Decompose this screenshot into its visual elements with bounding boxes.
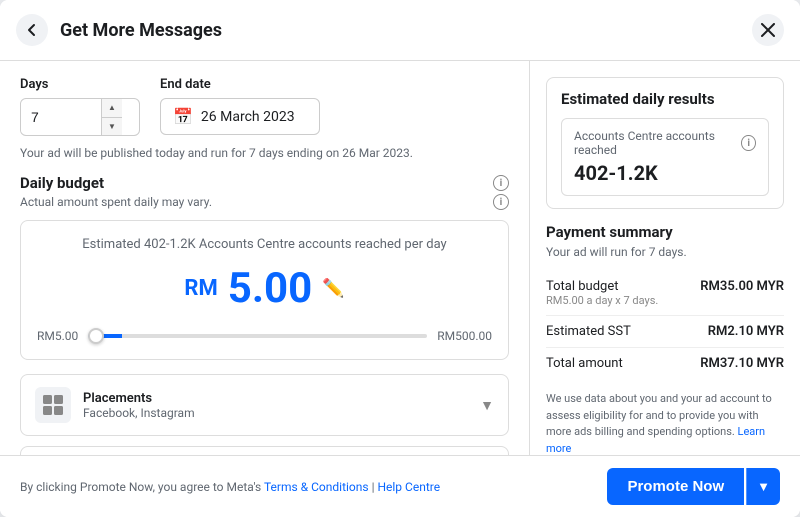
days-increment[interactable]: ▲ [102, 99, 122, 118]
calendar-icon: 📅 [173, 107, 193, 126]
end-date-picker[interactable]: 📅 26 March 2023 [160, 98, 320, 135]
placements-chevron-icon: ▼ [480, 397, 494, 414]
estimated-metric: Accounts Centre accounts reached i 402-1… [561, 118, 769, 196]
main-panel: Days ▲ ▼ End date 📅 26 March 2023 [0, 61, 530, 455]
estimated-metric-value: 402-1.2K [574, 161, 756, 185]
budget-value: 5.00 [228, 264, 312, 313]
days-field-group: Days ▲ ▼ [20, 77, 140, 136]
placements-info: Placements Facebook, Instagram [83, 391, 480, 420]
payment-summary-section: Payment summary Your ad will run for 7 d… [546, 223, 784, 455]
slider-min-label: RM5.00 [37, 329, 78, 343]
payment-line-total-amount: Total amount RM37.10 MYR [546, 348, 784, 379]
back-button[interactable] [16, 14, 48, 46]
promote-dropdown-button[interactable]: ▼ [746, 468, 780, 505]
modal-footer: By clicking Promote Now, you agree to Me… [0, 455, 800, 517]
placements-icon [35, 387, 71, 423]
estimated-results-info-icon[interactable]: i [741, 135, 756, 151]
slider-row: RM5.00 RM500.00 [37, 329, 492, 343]
edit-budget-icon[interactable]: ✏️ [322, 278, 344, 299]
days-input[interactable] [21, 101, 101, 133]
payment-note: We use data about you and your ad accoun… [546, 391, 784, 455]
days-spinner: ▲ ▼ [101, 99, 122, 135]
payment-lines: Total budget RM5.00 a day x 7 days. RM35… [546, 271, 784, 379]
modal-title: Get More Messages [60, 20, 752, 41]
daily-budget-title: Daily budget [20, 174, 104, 192]
days-input-wrap: ▲ ▼ [20, 98, 140, 136]
estimated-results-title: Estimated daily results [561, 90, 769, 108]
payment-line-label-sst: Estimated SST [546, 324, 631, 339]
payment-line-label-total-budget: Total budget [546, 279, 658, 294]
footer-actions: Promote Now ▼ [607, 468, 780, 505]
terms-conditions-link[interactable]: Terms & Conditions [264, 480, 369, 494]
days-enddate-row: Days ▲ ▼ End date 📅 26 March 2023 [20, 77, 509, 136]
budget-estimate-text: Estimated 402-1.2K Accounts Centre accou… [37, 237, 492, 252]
learn-more-link[interactable]: Learn more [546, 425, 765, 455]
daily-budget-header: Daily budget i [20, 174, 509, 192]
payment-line-value-total-amount: RM37.10 MYR [700, 356, 784, 371]
modal-header: Get More Messages [0, 0, 800, 61]
budget-card: Estimated 402-1.2K Accounts Centre accou… [20, 220, 509, 360]
modal: Get More Messages Days ▲ ▼ [0, 0, 800, 517]
daily-budget-info-icon-2[interactable]: i [493, 194, 509, 210]
help-centre-link[interactable]: Help Centre [377, 480, 440, 494]
budget-slider[interactable] [88, 334, 427, 338]
close-button[interactable] [752, 14, 784, 46]
payment-line-sub-total-budget: RM5.00 a day x 7 days. [546, 294, 658, 307]
days-decrement[interactable]: ▼ [102, 118, 122, 136]
modal-body: Days ▲ ▼ End date 📅 26 March 2023 [0, 61, 800, 455]
payment-line-value-total-budget: RM35.00 MYR [700, 279, 784, 307]
daily-budget-sub: Actual amount spent daily may vary. [20, 195, 212, 209]
payment-method-row[interactable]: Payment method ▼ [20, 446, 509, 455]
days-label: Days [20, 77, 140, 92]
placements-row[interactable]: Placements Facebook, Instagram ▼ [20, 374, 509, 436]
estimated-metric-label: Accounts Centre accounts reached i [574, 129, 756, 157]
payment-line-label-total-amount: Total amount [546, 356, 623, 371]
placements-title: Placements [83, 391, 480, 406]
end-date-label: End date [160, 77, 320, 92]
side-panel: Estimated daily results Accounts Centre … [530, 61, 800, 455]
daily-budget-info-icon[interactable]: i [493, 175, 509, 191]
placements-sub: Facebook, Instagram [83, 406, 480, 420]
payment-line-sst: Estimated SST RM2.10 MYR [546, 316, 784, 348]
payment-summary-sub: Your ad will run for 7 days. [546, 245, 784, 259]
promote-now-button[interactable]: Promote Now [607, 468, 744, 505]
estimated-results-card: Estimated daily results Accounts Centre … [546, 77, 784, 209]
payment-line-total-budget: Total budget RM5.00 a day x 7 days. RM35… [546, 271, 784, 316]
footer-note: By clicking Promote Now, you agree to Me… [20, 480, 440, 494]
slider-max-label: RM500.00 [437, 329, 492, 343]
budget-amount-row: RM 5.00 ✏️ [37, 264, 492, 313]
end-date-value: 26 March 2023 [201, 109, 295, 125]
budget-currency: RM [184, 276, 217, 301]
payment-summary-title: Payment summary [546, 223, 784, 241]
payment-line-value-sst: RM2.10 MYR [708, 324, 784, 339]
end-date-field-group: End date 📅 26 March 2023 [160, 77, 320, 136]
ad-run-note: Your ad will be published today and run … [20, 146, 509, 160]
